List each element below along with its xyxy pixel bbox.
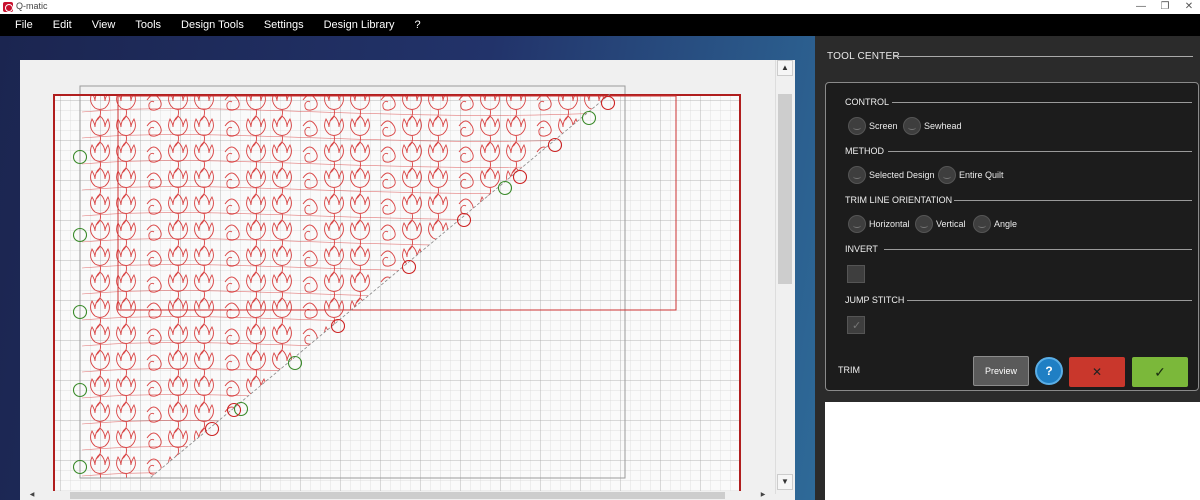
maximize-button[interactable]: ❐ [1152, 0, 1178, 14]
close-window-button[interactable]: ✕ [1176, 0, 1200, 14]
jump-stitch-divider [907, 300, 1192, 301]
option-entire-quilt-label: Entire Quilt [959, 170, 1004, 180]
quilt-canvas[interactable] [20, 60, 795, 500]
option-angle-label: Angle [994, 219, 1018, 229]
control-section-label: CONTROL [845, 97, 890, 107]
scroll-down-button[interactable]: ▼ [777, 474, 793, 490]
invert-divider [884, 249, 1192, 250]
option-horizontal-label: Horizontal [869, 219, 910, 229]
radio-selected-design[interactable] [848, 166, 866, 184]
horizontal-scroll-thumb[interactable] [70, 492, 725, 499]
menu-file[interactable]: File [5, 14, 43, 36]
app-title: Q-matic [16, 1, 48, 11]
help-button[interactable]: ? [1035, 357, 1063, 385]
scroll-up-button[interactable]: ▲ [777, 60, 793, 76]
scroll-right-button[interactable]: ▶ [757, 491, 769, 500]
confirm-button[interactable]: ✓ [1132, 357, 1188, 387]
tool-center-divider [893, 56, 1193, 57]
radio-entire-quilt[interactable] [938, 166, 956, 184]
minimize-button[interactable]: — [1128, 0, 1154, 14]
tool-center-panel: TOOL CENTER CONTROL Screen Sewhead METHO… [815, 36, 1200, 500]
control-divider [892, 102, 1192, 103]
vertical-scroll-thumb[interactable] [778, 94, 792, 284]
orientation-divider [954, 200, 1192, 201]
horizontal-scrollbar[interactable]: ◀ ▶ [20, 491, 775, 500]
menu-edit[interactable]: Edit [43, 14, 82, 36]
menu-view[interactable]: View [82, 14, 126, 36]
quilt-design-svg[interactable] [20, 60, 775, 500]
method-divider [888, 151, 1192, 152]
option-sewhead-label: Sewhead [924, 121, 962, 131]
scroll-left-button[interactable]: ◀ [26, 491, 38, 500]
radio-sewhead[interactable] [903, 117, 921, 135]
menu-help[interactable]: ? [405, 14, 431, 36]
invert-section-label: INVERT [845, 244, 878, 254]
vertical-scrollbar[interactable]: ▲ ▼ [775, 60, 794, 494]
option-vertical-label: Vertical [936, 219, 966, 229]
menu-tools[interactable]: Tools [125, 14, 171, 36]
option-screen-label: Screen [869, 121, 898, 131]
radio-screen[interactable] [848, 117, 866, 135]
preview-area [825, 402, 1200, 500]
menu-design-library[interactable]: Design Library [314, 14, 405, 36]
app-logo-icon [3, 2, 13, 12]
trim-options-panel: CONTROL Screen Sewhead METHOD Selected D… [825, 82, 1199, 391]
menu-design-tools[interactable]: Design Tools [171, 14, 254, 36]
preview-button[interactable]: Preview [973, 356, 1029, 386]
method-section-label: METHOD [845, 146, 884, 156]
radio-horizontal[interactable] [848, 215, 866, 233]
menu-settings[interactable]: Settings [254, 14, 314, 36]
menu-bar: File Edit View Tools Design Tools Settin… [0, 14, 1200, 36]
radio-vertical[interactable] [915, 215, 933, 233]
option-selected-design-label: Selected Design [869, 170, 935, 180]
invert-checkbox[interactable] [847, 265, 865, 283]
orientation-section-label: TRIM LINE ORIENTATION [845, 195, 953, 205]
title-bar: Q-matic — ❐ ✕ [0, 0, 1200, 14]
cancel-button[interactable]: ✕ [1069, 357, 1125, 387]
radio-angle[interactable] [973, 215, 991, 233]
jump-stitch-section-label: JUMP STITCH [845, 295, 905, 305]
tool-center-title: TOOL CENTER [827, 51, 900, 62]
trim-label: TRIM [838, 365, 860, 375]
jump-stitch-checkbox[interactable]: ✓ [847, 316, 865, 334]
checkmark-icon: ✓ [852, 320, 862, 332]
quilt-grid-lines [54, 95, 740, 500]
